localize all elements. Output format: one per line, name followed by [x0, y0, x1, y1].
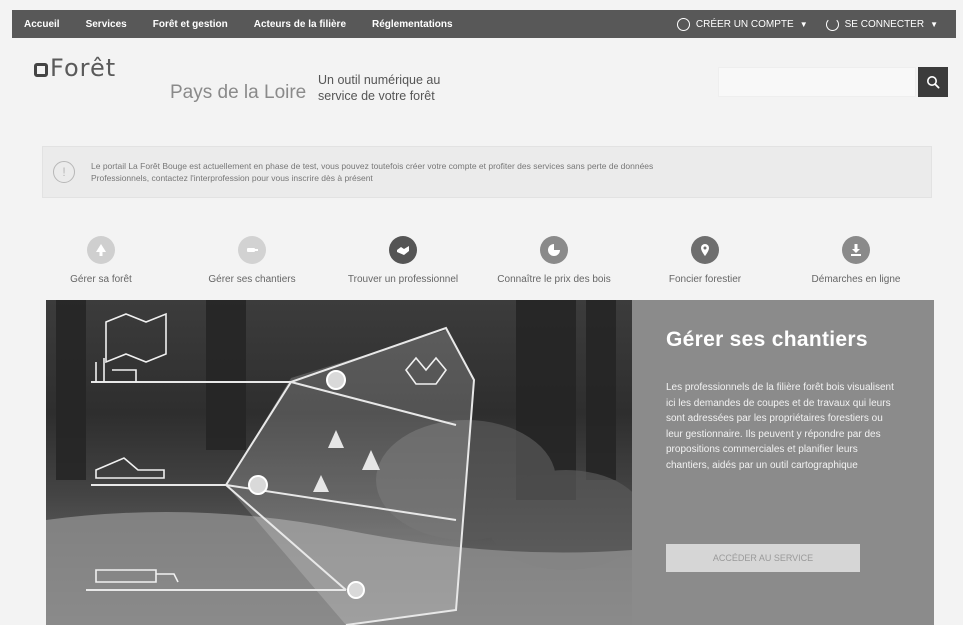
user-icon — [676, 17, 690, 31]
create-account-label: CRÉER UN COMPTE — [695, 18, 794, 30]
site-logo[interactable]: Forêt — [34, 54, 116, 82]
nav-acteurs-filiere[interactable]: Acteurs de la filière — [254, 19, 346, 30]
login-label: SE CONNECTER — [844, 18, 925, 30]
chevron-down-icon: ▼ — [930, 19, 938, 29]
hero-title: Gérer ses chantiers — [666, 328, 868, 351]
tree-icon — [87, 236, 115, 264]
shortcut-gerer-foret[interactable]: Gérer sa forêt — [26, 236, 176, 285]
shortcut-gerer-chantiers[interactable]: Gérer ses chantiers — [177, 236, 327, 285]
notice-line-2: Professionnels, contactez l'interprofess… — [91, 173, 373, 183]
search-button[interactable] — [918, 67, 948, 97]
top-navbar: Accueil Services Forêt et gestion Acteur… — [12, 10, 956, 38]
download-icon — [842, 236, 870, 264]
search-input[interactable] — [718, 67, 916, 97]
search-icon — [927, 76, 940, 89]
euro-chart-icon — [540, 236, 568, 264]
hero-description: Les professionnels de la filière forêt b… — [666, 382, 894, 471]
logo-text: Forêt — [50, 54, 117, 82]
service-shortcuts: Gérer sa forêt Gérer ses chantiers Trouv… — [54, 236, 934, 292]
shortcut-label: Démarches en ligne — [811, 274, 901, 285]
shortcut-label: Gérer sa forêt — [70, 274, 132, 285]
tagline-line-1: Un outil numérique au — [318, 73, 441, 87]
shortcut-prix-bois[interactable]: Connaître le prix des bois — [479, 236, 629, 285]
info-icon: ! — [53, 161, 75, 183]
access-service-button[interactable]: ACCÉDER AU SERVICE — [666, 544, 860, 572]
site-tagline: Un outil numérique au service de votre f… — [318, 72, 478, 104]
nav-reglementations[interactable]: Réglementations — [372, 19, 453, 30]
nav-foret-gestion[interactable]: Forêt et gestion — [153, 19, 228, 30]
hero-panel: Gérer ses chantiers Les professionnels d… — [632, 300, 934, 625]
shortcut-demarches-en-ligne[interactable]: Démarches en ligne — [781, 236, 931, 285]
location-pin-icon — [691, 236, 719, 264]
handshake-icon — [389, 236, 417, 264]
shortcut-label: Gérer ses chantiers — [208, 274, 296, 285]
notice-line-1: Le portail La Forêt Bouge est actuelleme… — [91, 161, 654, 171]
nav-accueil[interactable]: Accueil — [24, 19, 60, 30]
tagline-line-2: service de votre forêt — [318, 89, 435, 103]
info-notice: ! Le portail La Forêt Bouge est actuelle… — [42, 146, 932, 198]
region-title: Pays de la Loire — [170, 82, 307, 103]
power-icon — [825, 17, 839, 31]
shortcut-label: Trouver un professionnel — [347, 274, 459, 285]
logo-mark-icon — [34, 63, 48, 77]
shortcut-foncier-forestier[interactable]: Foncier forestier — [630, 236, 780, 285]
chainsaw-icon — [238, 236, 266, 264]
chevron-down-icon: ▼ — [799, 19, 808, 29]
hero-illustration — [46, 300, 632, 625]
create-account-button[interactable]: CRÉER UN COMPTE ▼ — [676, 17, 808, 31]
login-button[interactable]: SE CONNECTER ▼ — [825, 17, 938, 31]
shortcut-label: Connaître le prix des bois — [497, 274, 611, 285]
shortcut-trouver-professionnel[interactable]: Trouver un professionnel — [328, 236, 478, 285]
shortcut-label: Foncier forestier — [668, 274, 742, 285]
nav-services[interactable]: Services — [86, 19, 127, 30]
